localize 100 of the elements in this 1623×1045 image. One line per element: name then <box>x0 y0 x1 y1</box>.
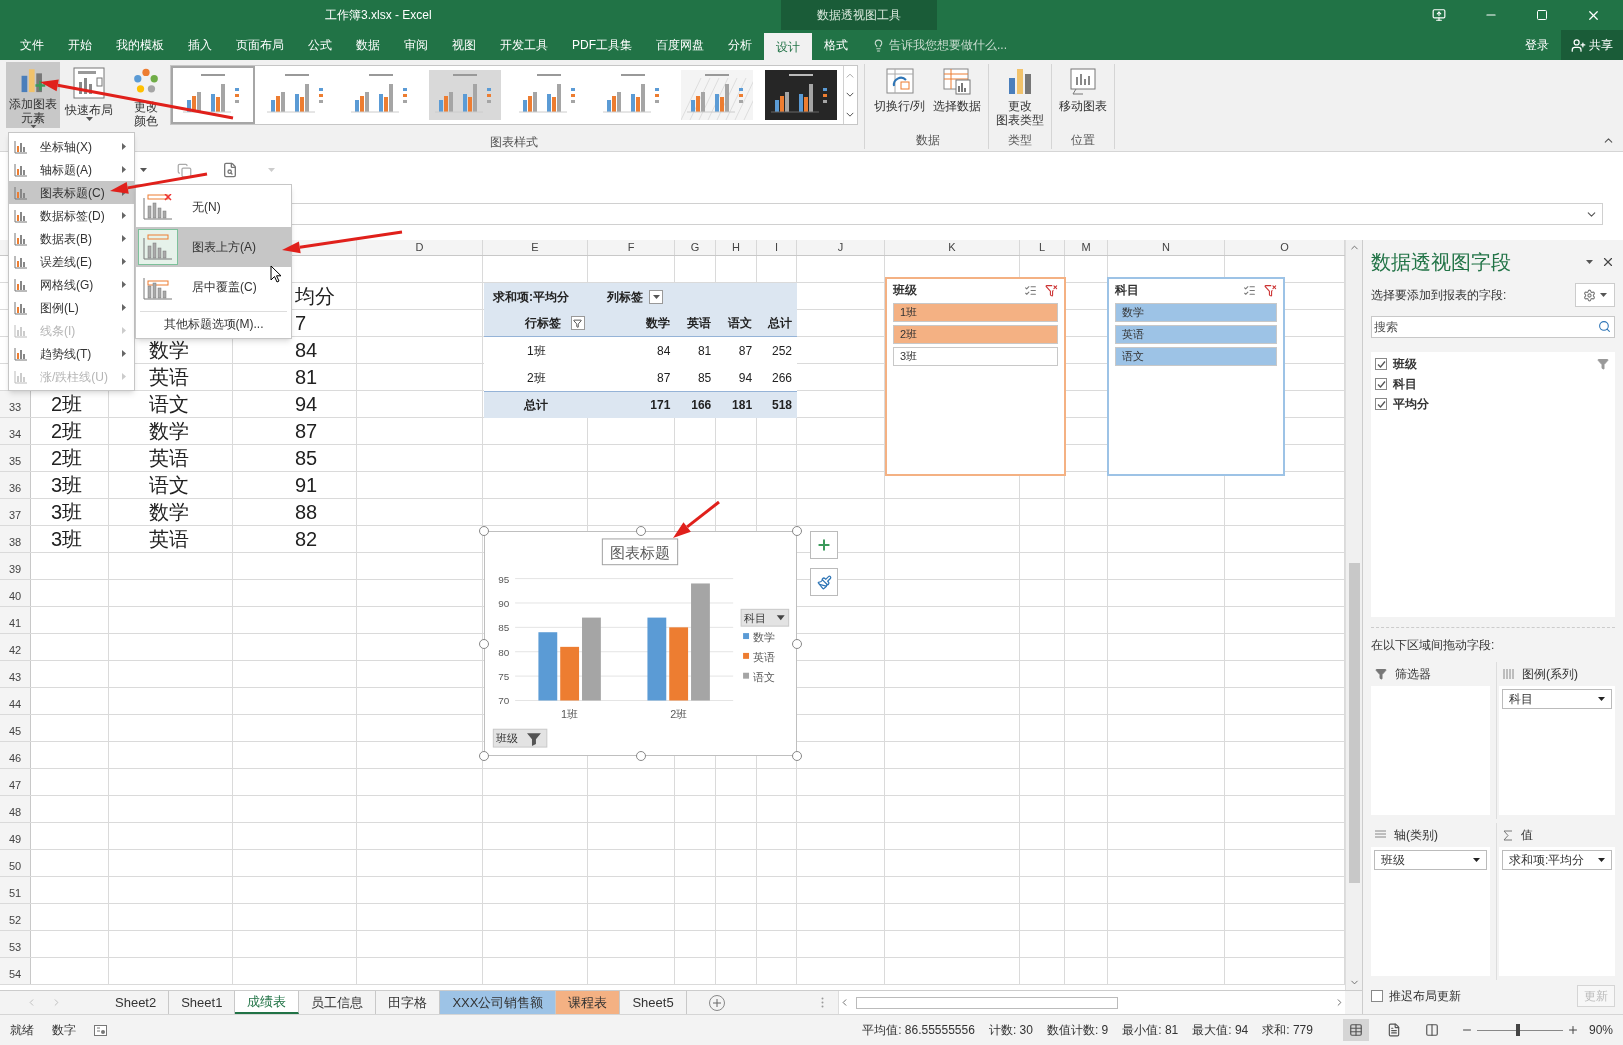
select-data-button[interactable]: 选择数据 <box>930 62 985 128</box>
ribbon-tab[interactable]: 公式 <box>296 30 344 60</box>
row-header[interactable]: 35 <box>0 445 31 471</box>
ribbon-tab[interactable]: 分析 <box>716 30 764 60</box>
checkbox[interactable] <box>1375 398 1387 410</box>
checkbox[interactable] <box>1371 990 1383 1002</box>
search-field[interactable]: 搜索 <box>1371 316 1615 338</box>
slicer-item[interactable]: 英语 <box>1115 325 1277 344</box>
legend-field-button[interactable]: 科目 <box>740 608 790 627</box>
multi-select-icon[interactable] <box>1243 283 1256 297</box>
view-button[interactable] <box>1342 1019 1369 1041</box>
slicer-item[interactable]: 1班 <box>893 303 1058 322</box>
sign-in-link[interactable]: 登录 <box>1513 30 1561 60</box>
ribbon-tab[interactable]: 我的模板 <box>104 30 176 60</box>
chart-styles-button[interactable] <box>810 568 838 596</box>
row-header[interactable]: 45 <box>0 715 31 741</box>
resize-handle[interactable] <box>479 751 489 761</box>
sheet-tab[interactable]: 课程表 <box>556 991 621 1014</box>
row-header[interactable]: 34 <box>0 418 31 444</box>
ribbon-display-icon[interactable] <box>1432 8 1446 22</box>
row-header[interactable]: 43 <box>0 661 31 687</box>
row-header[interactable]: 47 <box>0 769 31 795</box>
resize-handle[interactable] <box>792 638 802 649</box>
close-icon[interactable] <box>1601 255 1615 269</box>
resize-handle[interactable] <box>635 751 646 761</box>
ribbon-tab[interactable]: 开始 <box>56 30 104 60</box>
scrollbar-thumb[interactable] <box>856 996 1118 1009</box>
macro-record-icon[interactable] <box>94 1024 107 1036</box>
add-chart-element-button[interactable]: 添加图表 元素 <box>6 62 60 128</box>
quick-layout-button[interactable]: 快速布局 <box>62 62 116 128</box>
ribbon-tab[interactable]: 页面布局 <box>224 30 296 60</box>
add-sheet-icon[interactable] <box>708 994 725 1011</box>
slicer-item[interactable]: 2班 <box>893 325 1058 344</box>
menu-item[interactable]: 坐标轴(X) <box>9 135 134 158</box>
slicer-item[interactable]: 3班 <box>893 347 1058 366</box>
area-field-dropdown[interactable]: 求和项:平均分 <box>1502 850 1612 870</box>
area-field-dropdown[interactable]: 科目 <box>1502 689 1612 709</box>
row-header[interactable]: 38 <box>0 526 31 552</box>
menu-item[interactable]: 无(N) <box>136 187 291 227</box>
menu-item[interactable]: 居中覆盖(C) <box>136 267 291 307</box>
ribbon-tab[interactable]: 插入 <box>176 30 224 60</box>
row-header[interactable]: 52 <box>0 904 31 930</box>
filter-dropdown-button[interactable] <box>649 289 663 304</box>
row-header[interactable]: 49 <box>0 823 31 849</box>
resize-handle[interactable] <box>792 751 802 761</box>
ribbon-tab[interactable]: 开发工具 <box>488 30 560 60</box>
chart-elements-button[interactable] <box>810 531 838 559</box>
ribbon-tab[interactable]: 百度网盘 <box>644 30 716 60</box>
row-header[interactable]: 51 <box>0 877 31 903</box>
row-header[interactable]: 40 <box>0 580 31 606</box>
row-header[interactable]: 54 <box>0 958 31 984</box>
checkbox[interactable] <box>1375 358 1387 370</box>
ribbon-tab[interactable]: 文件 <box>8 30 56 60</box>
resize-handle[interactable] <box>479 526 489 536</box>
slicer-item[interactable]: 语文 <box>1115 347 1277 366</box>
menu-item[interactable]: 趋势线(T) <box>9 342 134 365</box>
tell-me-field[interactable]: 告诉我您想要做什么... <box>889 36 1049 54</box>
maximize-icon[interactable] <box>1536 9 1548 21</box>
menu-item[interactable]: 其他标题选项(M)... <box>136 312 291 336</box>
ribbon-tab[interactable]: 数据 <box>344 30 392 60</box>
clear-filter-icon[interactable] <box>1264 283 1277 297</box>
menu-item[interactable]: 误差线(E) <box>9 250 134 273</box>
move-chart-button[interactable]: 移动图表 <box>1056 62 1111 128</box>
row-header[interactable]: 36 <box>0 472 31 498</box>
menu-item[interactable]: 网格线(G) <box>9 273 134 296</box>
menu-item[interactable]: 轴标题(A) <box>9 158 134 181</box>
zoom-slider[interactable] <box>1476 1024 1563 1036</box>
search-icon[interactable] <box>1598 320 1611 333</box>
menu-item[interactable]: 图表标题(C) <box>9 181 134 204</box>
row-header[interactable]: 33 <box>0 391 31 417</box>
row-header[interactable]: 53 <box>0 931 31 957</box>
scrollbar-thumb[interactable] <box>1348 563 1360 883</box>
clear-filter-icon[interactable] <box>1045 283 1058 297</box>
row-header[interactable]: 46 <box>0 742 31 768</box>
checkbox[interactable] <box>1375 378 1387 390</box>
multi-select-icon[interactable] <box>1024 283 1037 297</box>
ribbon-tab[interactable]: PDF工具集 <box>560 30 644 60</box>
row-header[interactable]: 50 <box>0 850 31 876</box>
resize-handle[interactable] <box>792 526 802 536</box>
menu-item[interactable]: 数据标签(D) <box>9 204 134 227</box>
row-header[interactable]: 41 <box>0 607 31 633</box>
row-header[interactable]: 48 <box>0 796 31 822</box>
share-button[interactable]: 共享 <box>1561 30 1623 60</box>
menu-item[interactable]: 图表上方(A) <box>136 227 291 267</box>
ribbon-tab[interactable]: 格式 <box>812 30 860 60</box>
switch-row-column-button[interactable]: 切换行/列 <box>871 62 929 128</box>
row-header[interactable]: 42 <box>0 634 31 660</box>
copy-icon[interactable] <box>177 162 192 178</box>
row-header[interactable]: 44 <box>0 688 31 714</box>
ribbon-tab[interactable]: 视图 <box>440 30 488 60</box>
row-header[interactable]: 39 <box>0 553 31 579</box>
settings-dropdown-button[interactable] <box>1575 283 1615 307</box>
ribbon-tab[interactable]: 设计 <box>764 33 812 60</box>
change-chart-type-button[interactable]: 更改 图表类型 <box>993 62 1048 128</box>
filter-button[interactable] <box>570 316 585 330</box>
slicer-item[interactable]: 数学 <box>1115 303 1277 322</box>
print-preview-icon[interactable] <box>222 162 238 178</box>
area-field-dropdown[interactable]: 班级 <box>1374 850 1487 870</box>
sheet-tab[interactable]: XXX公司销售额 <box>440 991 557 1014</box>
zoom-in-icon[interactable] <box>1566 1024 1579 1036</box>
